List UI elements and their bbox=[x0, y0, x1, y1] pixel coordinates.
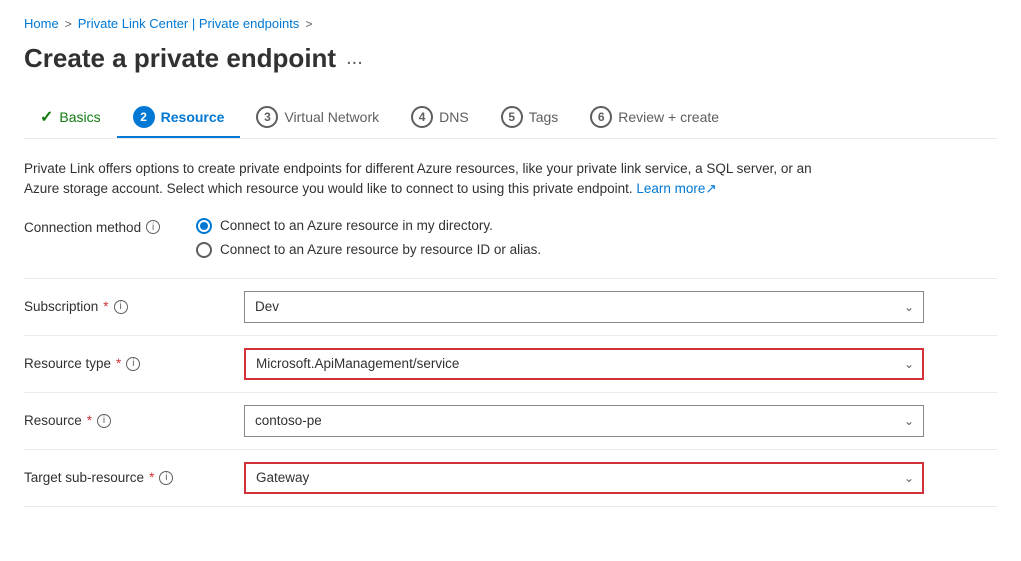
target-sub-resource-select[interactable]: Gateway bbox=[244, 462, 924, 494]
resource-info-icon[interactable]: i bbox=[97, 414, 111, 428]
target-sub-resource-required: * bbox=[149, 470, 154, 485]
tab-review-create[interactable]: 6 Review + create bbox=[574, 98, 735, 138]
resource-type-row: Resource type * i Microsoft.ApiManagemen… bbox=[24, 336, 997, 393]
tab-tags-label: Tags bbox=[529, 109, 559, 125]
radio-option-resource-id[interactable]: Connect to an Azure resource by resource… bbox=[196, 242, 541, 258]
target-sub-resource-label: Target sub-resource * i bbox=[24, 470, 244, 485]
radio-resource-id-btn[interactable] bbox=[196, 242, 212, 258]
external-link-icon: ↗ bbox=[705, 181, 716, 196]
connection-method-radio-group: Connect to an Azure resource in my direc… bbox=[196, 218, 541, 258]
tab-basics-label: Basics bbox=[59, 109, 100, 125]
target-sub-resource-control: Gateway ⌄ bbox=[244, 462, 924, 494]
connection-method-info-icon[interactable]: i bbox=[146, 220, 160, 234]
resource-label: Resource * i bbox=[24, 413, 244, 428]
resource-control: contoso-pe ⌄ bbox=[244, 405, 924, 437]
tab-resource[interactable]: 2 Resource bbox=[117, 98, 241, 138]
tab-dns-label: DNS bbox=[439, 109, 469, 125]
subscription-select[interactable]: Dev bbox=[244, 291, 924, 323]
resource-select-wrapper: contoso-pe ⌄ bbox=[244, 405, 924, 437]
breadcrumb-home[interactable]: Home bbox=[24, 16, 59, 31]
form-section: Subscription * i Dev ⌄ Resource type * i… bbox=[24, 278, 997, 507]
radio-resource-id-label: Connect to an Azure resource by resource… bbox=[220, 242, 541, 257]
resource-required: * bbox=[87, 413, 92, 428]
page-title-container: Create a private endpoint ... bbox=[24, 43, 997, 74]
tab-virtual-network-label: Virtual Network bbox=[284, 109, 379, 125]
tab-dns-circle: 4 bbox=[411, 106, 433, 128]
tab-tags[interactable]: 5 Tags bbox=[485, 98, 575, 138]
resource-type-control: Microsoft.ApiManagement/service ⌄ bbox=[244, 348, 924, 380]
resource-select[interactable]: contoso-pe bbox=[244, 405, 924, 437]
tab-review-create-label: Review + create bbox=[618, 109, 719, 125]
resource-type-label: Resource type * i bbox=[24, 356, 244, 371]
page-title: Create a private endpoint bbox=[24, 43, 336, 74]
tab-tags-circle: 5 bbox=[501, 106, 523, 128]
subscription-control: Dev ⌄ bbox=[244, 291, 924, 323]
tab-basics-check-icon: ✓ bbox=[40, 107, 53, 127]
tab-resource-circle: 2 bbox=[133, 106, 155, 128]
breadcrumb: Home > Private Link Center | Private end… bbox=[24, 16, 997, 31]
target-sub-resource-row: Target sub-resource * i Gateway ⌄ bbox=[24, 450, 997, 507]
subscription-row: Subscription * i Dev ⌄ bbox=[24, 278, 997, 336]
section-description: Private Link offers options to create pr… bbox=[24, 159, 844, 200]
tab-dns[interactable]: 4 DNS bbox=[395, 98, 485, 138]
tab-virtual-network[interactable]: 3 Virtual Network bbox=[240, 98, 395, 138]
breadcrumb-sep1: > bbox=[65, 17, 72, 31]
target-sub-resource-select-wrapper: Gateway ⌄ bbox=[244, 462, 924, 494]
wizard-tabs: ✓ Basics 2 Resource 3 Virtual Network 4 … bbox=[24, 98, 997, 139]
resource-type-info-icon[interactable]: i bbox=[126, 357, 140, 371]
resource-type-select[interactable]: Microsoft.ApiManagement/service bbox=[244, 348, 924, 380]
resource-type-required: * bbox=[116, 356, 121, 371]
connection-method-row: Connection method i Connect to an Azure … bbox=[24, 218, 997, 258]
resource-type-select-wrapper: Microsoft.ApiManagement/service ⌄ bbox=[244, 348, 924, 380]
radio-directory-label: Connect to an Azure resource in my direc… bbox=[220, 218, 493, 233]
resource-row: Resource * i contoso-pe ⌄ bbox=[24, 393, 997, 450]
connection-method-label: Connection method i bbox=[24, 218, 184, 235]
breadcrumb-sep2: > bbox=[305, 17, 312, 31]
learn-more-link[interactable]: Learn more↗ bbox=[636, 181, 716, 196]
tab-basics[interactable]: ✓ Basics bbox=[24, 99, 117, 137]
radio-option-directory[interactable]: Connect to an Azure resource in my direc… bbox=[196, 218, 541, 234]
subscription-required: * bbox=[103, 299, 108, 314]
subscription-info-icon[interactable]: i bbox=[114, 300, 128, 314]
target-sub-resource-info-icon[interactable]: i bbox=[159, 471, 173, 485]
breadcrumb-private-link[interactable]: Private Link Center | Private endpoints bbox=[78, 16, 300, 31]
tab-virtual-network-circle: 3 bbox=[256, 106, 278, 128]
subscription-select-wrapper: Dev ⌄ bbox=[244, 291, 924, 323]
radio-directory-btn[interactable] bbox=[196, 218, 212, 234]
tab-resource-label: Resource bbox=[161, 109, 225, 125]
tab-review-create-circle: 6 bbox=[590, 106, 612, 128]
page-title-ellipsis[interactable]: ... bbox=[346, 47, 363, 70]
subscription-label: Subscription * i bbox=[24, 299, 244, 314]
